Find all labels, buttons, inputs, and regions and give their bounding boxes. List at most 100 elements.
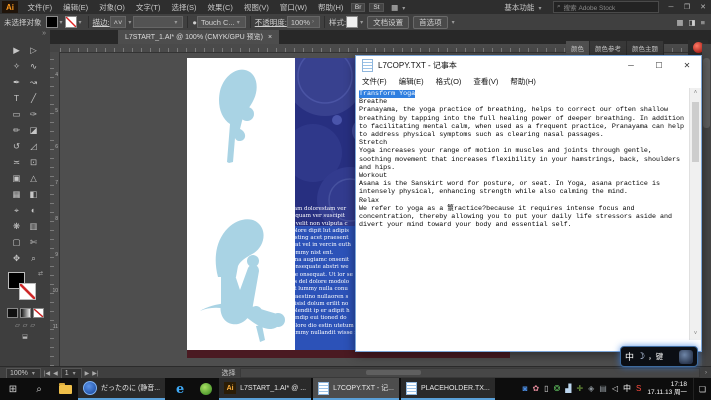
scroll-right-icon[interactable]: › (705, 370, 707, 376)
panel-list-icon[interactable]: ≡ (701, 18, 705, 27)
opacity-label[interactable]: 不透明度: (255, 17, 287, 28)
slice-tool[interactable]: ✄ (25, 234, 42, 250)
stroke-weight-label[interactable]: 描边: (93, 17, 110, 28)
screen-mode-icon[interactable]: ⬓ (22, 333, 28, 340)
taskbar-placeholder-item[interactable]: PLACEHOLDER.TX... (401, 378, 495, 400)
vertical-scrollbar[interactable] (702, 44, 711, 366)
collapse-panel-icon[interactable]: » (0, 30, 50, 42)
width-tool[interactable]: ≍ (8, 154, 25, 170)
np-menu-file[interactable]: 文件(F) (356, 76, 393, 87)
draw-normal-icon[interactable]: ▱ (15, 322, 20, 329)
document-tab[interactable]: L7START_1.AI* @ 100% (CMYK/GPU 预览) × (118, 30, 279, 44)
menu-edit[interactable]: 编辑(E) (58, 2, 94, 13)
workspace-switcher[interactable]: 基本功能 ▾ (499, 2, 549, 13)
start-button[interactable]: ⊞ (0, 378, 26, 400)
notepad-text-area[interactable]: Transform Yoga Breathe Pranayama, the yo… (356, 88, 701, 340)
menu-select[interactable]: 选择(S) (166, 2, 202, 13)
curvature-tool[interactable]: ↝ (25, 74, 42, 90)
hand-tool[interactable]: ✥ (8, 250, 25, 266)
tray-app-blue-icon[interactable]: ◙ (523, 385, 528, 393)
shape-builder-tool[interactable]: ▣ (8, 170, 25, 186)
perspective-grid-tool[interactable]: △ (25, 170, 42, 186)
network-icon[interactable]: ▟ (565, 385, 571, 393)
tray-sogou-icon[interactable]: S (636, 385, 641, 393)
last-artboard-icon[interactable]: ▶| (92, 370, 98, 377)
line-segment-tool[interactable]: ╱ (25, 90, 42, 106)
panel-tab-color-guide[interactable]: 颜色参考 (590, 41, 627, 55)
scroll-down-icon[interactable]: ˅ (690, 329, 701, 340)
scrollbar-thumb[interactable] (692, 102, 699, 162)
menu-file[interactable]: 文件(F) (22, 2, 58, 13)
draw-inside-icon[interactable]: ▱ (30, 322, 35, 329)
np-menu-help[interactable]: 帮助(H) (504, 76, 541, 87)
notepad-scrollbar[interactable]: ˄ ˅ (689, 88, 701, 340)
zoom-tool[interactable]: ⌕ (25, 250, 42, 266)
prev-artboard-icon[interactable]: ◀ (53, 370, 58, 377)
tray-camera-icon[interactable]: ▤ (599, 385, 607, 393)
notepad-close-button[interactable]: ✕ (673, 56, 701, 75)
ime-lang-indicator[interactable]: 中 (623, 385, 631, 393)
app-minimize-button[interactable]: ─ (663, 4, 679, 11)
tray-chat-icon[interactable]: ❂ (554, 385, 561, 393)
taskbar-search-icon[interactable]: ⌕ (26, 378, 52, 400)
horizontal-scrollbar[interactable] (240, 368, 700, 378)
yoga-silhouettes[interactable] (190, 62, 300, 348)
rotate-tool[interactable]: ↺ (8, 138, 25, 154)
notepad-title-bar[interactable]: L7COPY.TXT - 记事本 ─ ☐ ✕ (356, 56, 701, 75)
menu-effect[interactable]: 效果(C) (202, 2, 238, 13)
rectangle-tool[interactable]: ▭ (8, 106, 25, 122)
artboard-number-dropdown[interactable]: 1▾ (61, 368, 82, 379)
distribute-icon[interactable]: ◨ (689, 18, 696, 27)
stock-button[interactable]: St (369, 3, 383, 12)
blend-tool[interactable]: ◐ (25, 202, 42, 218)
app-close-button[interactable]: ✕ (695, 3, 711, 11)
tab-close-icon[interactable]: × (268, 34, 272, 41)
mesh-tool[interactable]: ▦ (8, 186, 25, 202)
notepad-maximize-button[interactable]: ☐ (645, 56, 673, 75)
tray-app-dim1-icon[interactable]: ◈ (588, 385, 594, 393)
stroke-weight-stepper[interactable]: ˄˅ (110, 16, 127, 28)
volume-icon[interactable]: ◁ (612, 385, 618, 393)
first-artboard-icon[interactable]: |◀ (44, 370, 50, 377)
panel-tab-color[interactable]: 颜色 (566, 41, 590, 55)
adobe-stock-search[interactable]: ⌕ 搜索 Adobe Stock (553, 1, 659, 13)
np-menu-view[interactable]: 查看(V) (467, 76, 504, 87)
menu-type[interactable]: 文字(T) (130, 2, 166, 13)
taskbar-clock[interactable]: 17:18 17.11.13 周一 (645, 378, 693, 400)
fill-color-swatch[interactable] (46, 16, 58, 28)
fill-stroke-widget[interactable]: ⇄ (8, 272, 42, 304)
file-explorer-icon[interactable] (52, 378, 78, 400)
scroll-up-icon[interactable]: ˄ (690, 88, 701, 99)
gradient-button[interactable] (20, 308, 31, 318)
direct-selection-tool[interactable]: ▷ (25, 42, 42, 58)
opacity-value[interactable]: 100%› (287, 16, 320, 28)
align-icon[interactable]: ▦ (676, 18, 683, 27)
ime-toolbar[interactable]: 中 ☽ ，键 (620, 346, 698, 367)
ime-fullwidth-moon-icon[interactable]: ☽ (637, 351, 645, 362)
color-button[interactable] (7, 308, 18, 318)
type-tool[interactable]: T (8, 90, 25, 106)
action-center-icon[interactable]: ❏ (693, 378, 711, 400)
brush-dropdown[interactable]: Touch C...▾ (197, 16, 246, 28)
free-transform-tool[interactable]: ⊡ (25, 154, 42, 170)
preferences-button[interactable]: 首选项 (413, 16, 448, 29)
next-artboard-icon[interactable]: ▶ (85, 370, 90, 377)
paintbrush-tool[interactable]: ✑ (25, 106, 42, 122)
none-button[interactable] (33, 308, 44, 318)
artboard-tool[interactable]: ▢ (8, 234, 25, 250)
scale-tool[interactable]: ◿ (25, 138, 42, 154)
taskbar-notepad-item[interactable]: L7COPY.TXT - 记... (313, 378, 399, 400)
ime-mode-chinese[interactable]: 中 (625, 350, 634, 363)
menu-object[interactable]: 对象(O) (94, 2, 131, 13)
ime-punct-keyboard[interactable]: ，键 (648, 351, 663, 362)
np-menu-edit[interactable]: 编辑(E) (393, 76, 430, 87)
tray-app-plus-icon[interactable]: ✛ (576, 385, 583, 393)
stroke-indicator[interactable] (19, 283, 36, 300)
notepad-window[interactable]: L7COPY.TXT - 记事本 ─ ☐ ✕ 文件(F)编辑(E)格式(O)查看… (355, 55, 702, 352)
taskbar-illustrator-item[interactable]: Ai L7START_1.AI* @ ... (219, 378, 311, 400)
edge-icon[interactable]: e (167, 378, 193, 400)
draw-behind-icon[interactable]: ▱ (23, 322, 28, 329)
np-menu-format[interactable]: 格式(O) (430, 76, 468, 87)
stroke-color-swatch[interactable] (65, 16, 77, 28)
tray-phone-icon[interactable]: ▯ (544, 385, 548, 393)
